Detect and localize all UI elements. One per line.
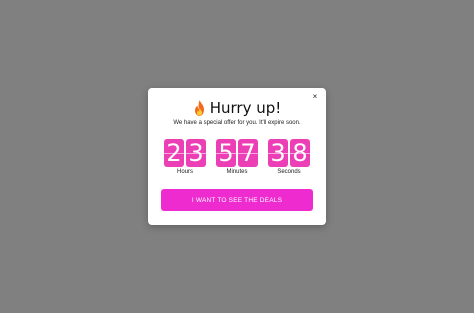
offer-modal: × Hurry up! We have a special offer for … [148,88,326,225]
countdown-hours: 2 3 Hours [163,139,207,175]
countdown-seconds: 3 8 Seconds [267,139,311,175]
countdown-timer: 2 3 Hours 5 7 Minutes 3 8 Seconds [163,139,311,175]
fire-icon [193,100,206,116]
countdown-digit: 3 [268,139,288,167]
countdown-label: Minutes [226,169,248,175]
popup-subtitle: We have a special offer for you. It'll e… [173,120,301,126]
countdown-digit: 3 [186,139,206,167]
countdown-label: Hours [176,169,193,175]
countdown-label: Seconds [277,169,301,175]
see-deals-button[interactable]: I WANT TO SEE THE DEALS [161,189,313,211]
countdown-minutes: 5 7 Minutes [215,139,259,175]
countdown-digit: 7 [238,139,258,167]
countdown-digit: 2 [164,139,184,167]
countdown-digit: 5 [216,139,236,167]
countdown-digit: 8 [290,139,310,167]
title-row: Hurry up! [148,99,326,117]
popup-title: Hurry up! [209,99,282,117]
